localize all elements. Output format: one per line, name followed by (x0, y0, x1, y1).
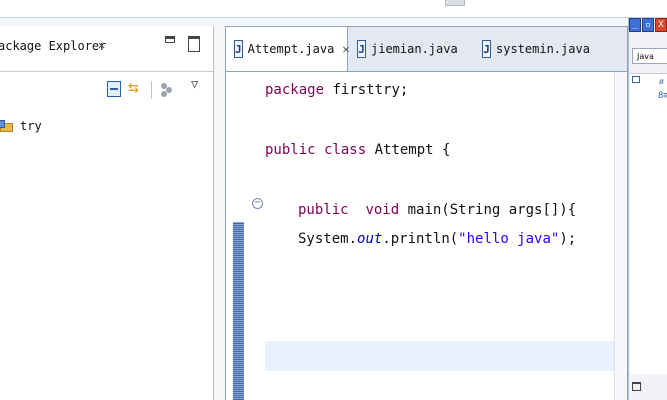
restore-icon[interactable] (632, 76, 640, 83)
outline-icon[interactable]: ø (659, 77, 666, 86)
code-line: System.out.println("hello java"); (298, 231, 577, 247)
tab-jiemian-java[interactable]: J jiemian.java (357, 27, 458, 71)
code-line: public void main(String args[]){ (298, 202, 577, 218)
maximize-icon[interactable] (188, 36, 200, 52)
editor-gutter (226, 72, 256, 400)
current-line-highlight (265, 341, 627, 371)
restore-window-icon[interactable]: ▫ (642, 18, 654, 32)
tab-label: systemin.java (496, 42, 590, 56)
minimize-icon[interactable] (165, 36, 175, 43)
java-project-icon (0, 120, 14, 134)
minimize-window-icon[interactable]: _ (629, 18, 641, 32)
overview-ruler[interactable] (614, 72, 627, 400)
toolbar-separator (151, 81, 152, 99)
package-explorer-title: ackage Explorer (0, 39, 107, 53)
code-line: public class Attempt { (265, 142, 451, 158)
close-tab-icon[interactable]: ✕ (342, 42, 349, 56)
close-window-icon[interactable]: X (655, 18, 667, 32)
outline-view-stub: ø 8≡ (630, 73, 667, 374)
window-controls: _ ▫ X (629, 18, 667, 33)
package-explorer-tab[interactable]: ackage Explorer ✕ (0, 26, 213, 72)
toolbar-handle[interactable] (445, 0, 465, 6)
package-explorer-toolbar: ⇆ ▽ (0, 73, 213, 103)
java-file-icon: J (234, 40, 243, 58)
filter-icon[interactable] (161, 81, 173, 97)
link-with-editor-icon[interactable]: ⇆ (128, 77, 139, 99)
java-file-icon: J (482, 40, 491, 58)
java-editor: J Attempt.java ✕ J jiemian.java J system… (225, 26, 628, 400)
java-file-icon: J (357, 40, 366, 58)
editor-tab-bar: J Attempt.java ✕ J jiemian.java J system… (226, 27, 627, 72)
fold-toggle-icon[interactable]: − (252, 198, 263, 209)
quick-diff-bar (233, 222, 244, 400)
tab-label: Attempt.java (247, 42, 335, 56)
tab-label: jiemian.java (371, 42, 458, 56)
tab-attempt-java[interactable]: J Attempt.java ✕ (226, 27, 350, 71)
right-dock: _ ▫ X Java ø 8≡ (628, 18, 667, 400)
tab-systemin-java[interactable]: J systemin.java (482, 27, 590, 71)
java-perspective-button[interactable]: Java (632, 48, 667, 64)
code-line: package firsttry; (265, 82, 409, 98)
collapse-all-icon[interactable] (107, 81, 121, 97)
restore-view-icon[interactable] (632, 382, 641, 391)
hierarchy-icon[interactable]: 8≡ (658, 91, 667, 101)
title-band (0, 0, 667, 18)
view-menu-icon[interactable]: ▽ (191, 77, 198, 91)
tree-item-label: try (20, 119, 42, 133)
package-explorer-view: ackage Explorer ✕ ⇆ ▽ try (0, 26, 214, 400)
perspective-label: Java (637, 52, 654, 61)
close-icon[interactable]: ✕ (98, 38, 105, 52)
